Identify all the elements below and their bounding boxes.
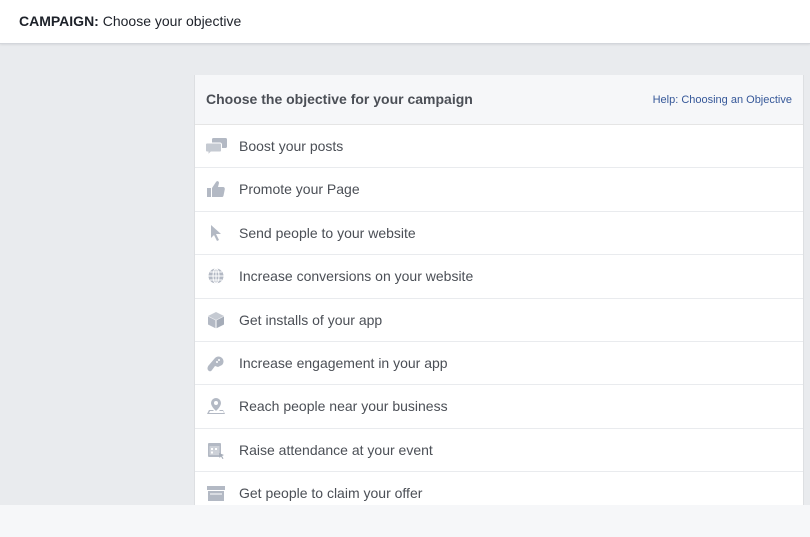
objective-item-website-conversions[interactable]: Increase conversions on your website — [195, 255, 803, 299]
objective-label: Promote your Page — [239, 181, 360, 198]
objective-item-local-awareness[interactable]: Reach people near your business — [195, 385, 803, 429]
help-choosing-objective-link[interactable]: Help: Choosing an Objective — [653, 94, 792, 106]
objective-item-event-responses[interactable]: Raise attendance at your event — [195, 429, 803, 473]
objective-item-app-engagement[interactable]: Increase engagement in your app — [195, 342, 803, 386]
page-title: CAMPAIGN: Choose your objective — [19, 13, 241, 29]
objective-item-boost-posts[interactable]: Boost your posts — [195, 125, 803, 169]
objective-item-offer-claims[interactable]: Get people to claim your offer — [195, 472, 803, 505]
top-bar: CAMPAIGN: Choose your objective — [0, 0, 810, 44]
objective-label: Get installs of your app — [239, 311, 383, 328]
objective-label: Send people to your website — [239, 224, 416, 241]
gamepad-icon — [206, 354, 226, 372]
cursor-icon — [206, 224, 226, 242]
objective-item-website-clicks[interactable]: Send people to your website — [195, 212, 803, 256]
objective-item-app-installs[interactable]: Get installs of your app — [195, 299, 803, 342]
location-pin-icon — [206, 397, 226, 415]
page-title-text: Choose your objective — [98, 13, 242, 29]
objective-label: Reach people near your business — [239, 398, 448, 415]
box-icon — [206, 311, 226, 329]
objective-item-promote-page[interactable]: Promote your Page — [195, 168, 803, 212]
bottom-area — [0, 505, 810, 537]
objective-label: Get people to claim your offer — [239, 485, 423, 502]
page-title-prefix: CAMPAIGN: — [19, 13, 99, 29]
objective-heading: Choose the objective for your campaign — [206, 91, 473, 107]
objective-label: Boost your posts — [239, 138, 344, 154]
objective-panel: Choose the objective for your campaign H… — [194, 75, 804, 505]
globe-icon — [206, 267, 226, 285]
objective-label: Increase engagement in your app — [239, 354, 448, 371]
calendar-icon — [206, 441, 226, 459]
objective-label: Raise attendance at your event — [239, 441, 433, 458]
objective-panel-header: Choose the objective for your campaign H… — [195, 75, 803, 125]
speech-bubbles-icon — [206, 137, 227, 155]
thumbs-up-icon — [206, 180, 226, 198]
objective-label: Increase conversions on your website — [239, 268, 474, 285]
storefront-icon — [206, 484, 226, 502]
